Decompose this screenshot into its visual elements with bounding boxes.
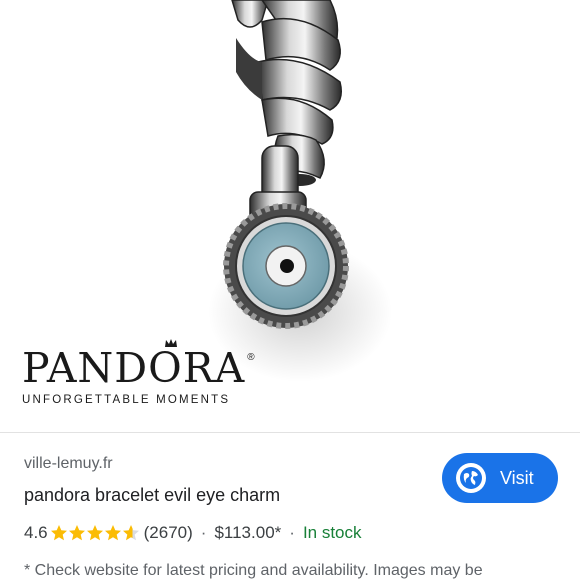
star-icon	[50, 525, 67, 541]
pricing-disclaimer: * Check website for latest pricing and a…	[24, 562, 483, 579]
product-image[interactable]: PANDORA ® UNFORGETTABLE MOMENTS	[0, 0, 580, 432]
visit-button[interactable]: Visit	[442, 453, 558, 503]
brand-tagline: UNFORGETTABLE MOMENTS	[22, 394, 231, 406]
meta-row: 4.6 (2670) · $113.00* · In stock	[24, 523, 362, 543]
review-count: (2670)	[143, 523, 193, 542]
evil-eye-disc	[223, 203, 349, 329]
product-title[interactable]: pandora bracelet evil eye charm	[24, 485, 280, 506]
source-domain[interactable]: ville-lemuy.fr	[24, 455, 113, 473]
star-icon	[104, 525, 121, 541]
star-icon	[122, 525, 139, 541]
brand-wordmark: PANDORA ®	[22, 344, 256, 392]
availability: In stock	[302, 523, 362, 542]
star-icon	[86, 525, 103, 541]
price: $113.00*	[214, 523, 282, 542]
star-icon	[68, 525, 85, 541]
shopping-result-card[interactable]: ville-lemuy.fr pandora bracelet evil eye…	[0, 432, 580, 581]
separator: ·	[289, 523, 295, 542]
separator: ·	[200, 523, 207, 542]
globe-icon	[456, 463, 486, 493]
rating-value: 4.6	[24, 523, 48, 542]
pandora-logo: PANDORA ® UNFORGETTABLE MOMENTS	[22, 339, 256, 406]
bail	[231, 0, 342, 145]
visit-label: Visit	[500, 467, 534, 488]
star-rating	[50, 524, 140, 542]
